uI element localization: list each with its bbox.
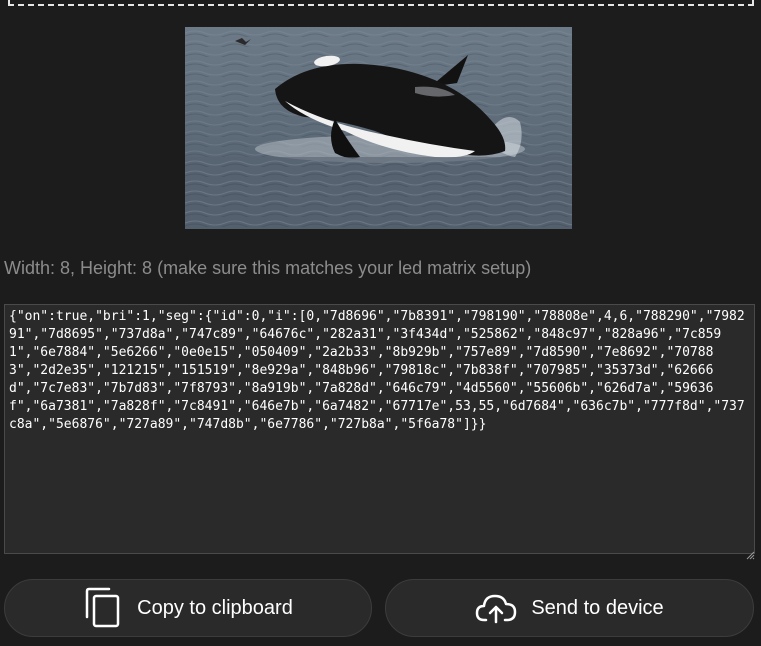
copy-to-clipboard-label: Copy to clipboard	[137, 596, 293, 619]
image-drop-zone[interactable]	[8, 0, 754, 6]
send-to-device-button[interactable]: Send to device	[385, 579, 754, 637]
cloud-upload-icon	[475, 592, 517, 624]
orca-photo	[185, 27, 572, 229]
json-output-textarea[interactable]: {"on":true,"bri":1,"seg":{"id":0,"i":[0,…	[4, 304, 755, 554]
preview-image	[185, 27, 572, 229]
copy-icon	[83, 587, 123, 629]
copy-to-clipboard-button[interactable]: Copy to clipboard	[4, 579, 372, 637]
resize-grip-icon[interactable]	[745, 550, 755, 560]
send-to-device-label: Send to device	[531, 596, 664, 619]
page: Width: 8, Height: 8 (make sure this matc…	[0, 0, 761, 646]
matrix-size-info: Width: 8, Height: 8 (make sure this matc…	[4, 258, 532, 278]
